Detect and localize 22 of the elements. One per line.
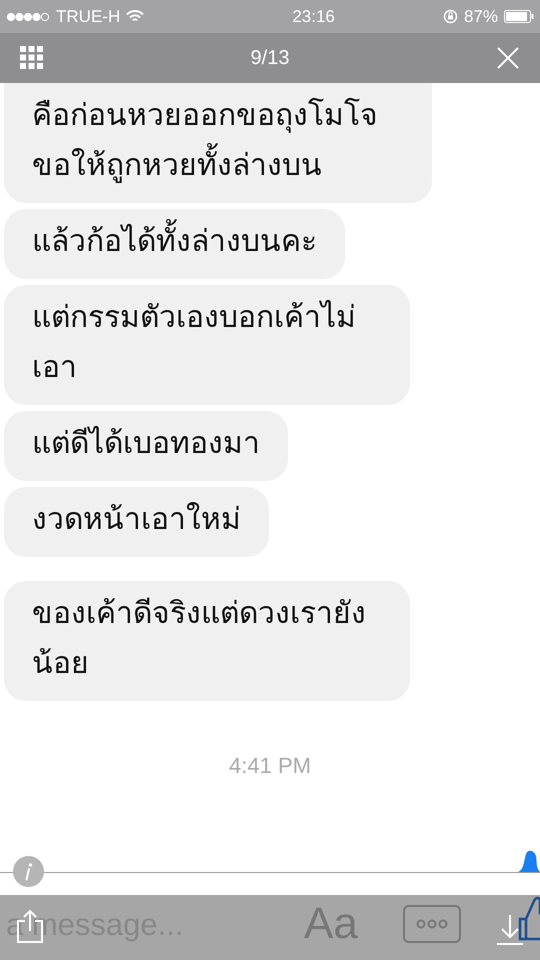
more-icon[interactable] bbox=[403, 905, 461, 943]
close-icon[interactable] bbox=[497, 47, 519, 69]
signal-icon bbox=[6, 12, 50, 22]
clock-time: 23:16 bbox=[291, 6, 335, 26]
battery-icon bbox=[504, 10, 534, 23]
message-timestamp: 4:41 PM bbox=[229, 753, 311, 779]
message-bubble: ของเค้าดีจริงแต่ดวงเรายังน้อย bbox=[4, 581, 410, 701]
download-icon[interactable] bbox=[496, 913, 524, 945]
message-bubble: คือก่อนหวยออกขอถุงโมโจ ขอให้ถูกหวยทั้งล่างบน bbox=[4, 83, 432, 203]
wifi-icon bbox=[126, 10, 144, 23]
carrier-name: TRUE-H bbox=[56, 6, 120, 26]
message-bubble: งวดหน้าเอาใหม่ bbox=[4, 487, 269, 557]
info-icon[interactable] bbox=[13, 856, 44, 887]
message-bubble: แล้วก้อได้ทั้งล่างบนคะ bbox=[4, 209, 345, 279]
message-bubble: แต่กรรมตัวเองบอกเค้าไม่เอา bbox=[4, 285, 410, 405]
message-bubble: แต่ดีได้เบอทองมา bbox=[4, 411, 288, 481]
read-receipt-icon bbox=[516, 850, 540, 872]
battery-percent: 87% bbox=[464, 6, 498, 26]
grid-icon[interactable] bbox=[20, 46, 44, 70]
photo-counter: 9/13 bbox=[250, 46, 290, 70]
rotation-lock-icon bbox=[442, 9, 458, 24]
thumbs-up-icon[interactable] bbox=[518, 895, 540, 941]
